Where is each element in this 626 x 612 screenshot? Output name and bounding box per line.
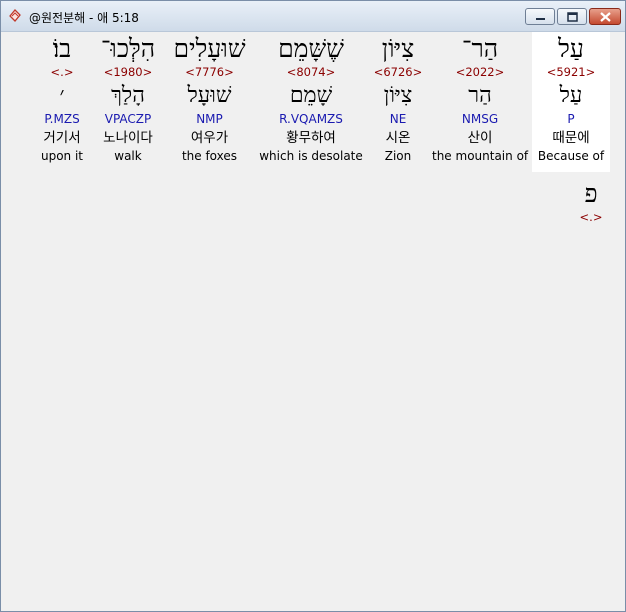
korean-gloss: 시온: [385, 130, 411, 146]
hebrew-word: הַר־: [461, 34, 499, 63]
hebrew-lemma: הַר: [468, 83, 492, 108]
morphology-code: P: [567, 112, 575, 126]
strong-number[interactable]: <6726>: [367, 65, 429, 79]
word-column[interactable]: עַל <5921> עַל P 때문에 Because of: [532, 32, 610, 172]
hebrew-lemma: ׳: [59, 83, 65, 108]
strong-number[interactable]: <2022>: [432, 65, 528, 79]
close-button[interactable]: [589, 8, 621, 25]
english-gloss: the foxes: [181, 149, 238, 163]
hebrew-word: בוֹ׃: [52, 34, 72, 63]
morphology-code: R.VQAMZS: [279, 112, 343, 126]
hebrew-word: שֶׁשָּׁמֵם: [278, 34, 344, 63]
korean-gloss: 때문에: [552, 130, 590, 146]
paragraph-marker[interactable]: פ <.>: [572, 177, 610, 227]
morphology-code: VPACZP: [104, 112, 152, 126]
hebrew-word: שׁוּעָלִים: [173, 34, 246, 63]
word-column[interactable]: שׁוּעָלִים <7776> שׁוּעָל NMP 여우가 the fo…: [167, 32, 252, 172]
word-column[interactable]: הִלְּכוּ־ <1980> הָלַךְ VPACZP 노나이다 walk: [92, 32, 164, 172]
hebrew-lemma: עַל: [559, 83, 583, 108]
maximize-icon: [567, 12, 578, 22]
hebrew-lemma: שׁוּעָל: [187, 83, 232, 108]
maximize-button[interactable]: [557, 8, 587, 25]
hebrew-word: הִלְּכוּ־: [100, 34, 156, 63]
english-gloss: which is desolate: [259, 149, 363, 163]
korean-gloss: 황무하여: [286, 130, 336, 146]
minimize-icon: [536, 18, 545, 20]
bible-book-icon: [7, 7, 23, 23]
korean-gloss: 거기서: [43, 130, 81, 146]
english-gloss: Because of: [537, 149, 605, 163]
korean-gloss: 여우가: [190, 130, 229, 146]
english-gloss: the mountain of: [432, 149, 529, 163]
hebrew-lemma: הָלַךְ: [111, 83, 145, 108]
app-window: @원전분해 - 애 5:18 עַל <5921> עַל P 때문에 Beca…: [0, 0, 626, 612]
hebrew-word: פ: [584, 179, 598, 208]
close-icon: [600, 12, 611, 22]
word-column[interactable]: בוֹ׃ <.> ׳ P.MZS 거기서 upon it: [36, 32, 88, 172]
english-gloss: Zion: [384, 149, 412, 163]
strong-number[interactable]: <1980>: [92, 65, 164, 79]
morphology-code: NMSG: [461, 112, 499, 126]
english-gloss: upon it: [40, 149, 84, 163]
korean-gloss: 노나이다: [103, 130, 153, 146]
title-bar[interactable]: @원전분해 - 애 5:18: [1, 1, 625, 32]
window-title: @원전분해 - 애 5:18: [29, 11, 139, 25]
strong-number[interactable]: <8074>: [257, 65, 365, 79]
minimize-button[interactable]: [525, 8, 555, 25]
strong-number[interactable]: <7776>: [167, 65, 252, 79]
interlinear-panel: עַל <5921> עַל P 때문에 Because of הַר־ <20…: [2, 32, 624, 610]
morphology-code: NMP: [196, 112, 223, 126]
strong-number[interactable]: <.>: [36, 65, 88, 79]
word-column[interactable]: צִיּוֹן <6726> צִיּוֹן NE 시온 Zion: [367, 32, 429, 172]
hebrew-lemma: צִיּוֹן: [383, 83, 413, 108]
morphology-code: P.MZS: [44, 112, 80, 126]
english-gloss: walk: [114, 149, 142, 163]
word-column[interactable]: שֶׁשָּׁמֵם <8074> שָׁמֵם R.VQAMZS 황무하여 w…: [257, 32, 365, 172]
hebrew-word: עַל: [558, 34, 584, 63]
korean-gloss: 산이: [467, 130, 493, 146]
word-column[interactable]: הַר־ <2022> הַר NMSG 산이 the mountain of: [432, 32, 528, 172]
hebrew-lemma: שָׁמֵם: [289, 83, 333, 108]
strong-number[interactable]: <5921>: [532, 65, 610, 79]
hebrew-word: צִיּוֹן: [381, 34, 415, 63]
morphology-code: NE: [389, 112, 407, 126]
strong-number[interactable]: <.>: [572, 210, 610, 224]
